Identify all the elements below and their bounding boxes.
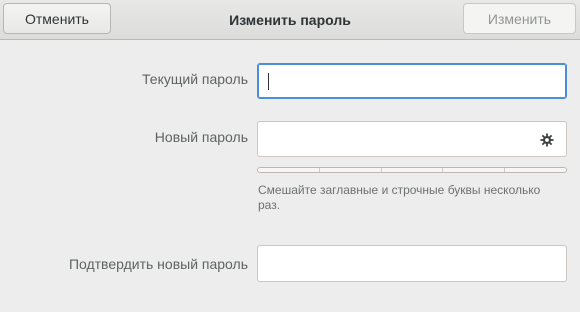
text-cursor: [268, 73, 269, 90]
strength-segment: [505, 168, 566, 172]
password-hint: Смешайте заглавные и строчные буквы неск…: [258, 183, 541, 212]
current-password-field[interactable]: [257, 63, 567, 99]
header-bar: Отменить Изменить пароль Изменить: [0, 0, 580, 40]
current-password-label: Текущий пароль: [142, 71, 248, 87]
confirm-password-input[interactable]: [266, 246, 536, 280]
strength-segment: [382, 168, 444, 172]
gear-icon[interactable]: [538, 131, 556, 149]
new-password-input[interactable]: [266, 122, 536, 156]
confirm-password-label: Подтвердить новый пароль: [68, 256, 248, 272]
confirm-password-field[interactable]: [257, 245, 567, 282]
strength-segment: [258, 168, 320, 172]
current-password-input[interactable]: [266, 64, 536, 98]
new-password-label: Новый пароль: [154, 129, 248, 145]
new-password-field[interactable]: [257, 121, 567, 157]
password-strength-bar: [257, 167, 567, 173]
change-button[interactable]: Изменить: [463, 3, 576, 34]
cancel-button[interactable]: Отменить: [3, 3, 111, 34]
strength-segment: [443, 168, 506, 172]
strength-segment: [320, 168, 382, 172]
